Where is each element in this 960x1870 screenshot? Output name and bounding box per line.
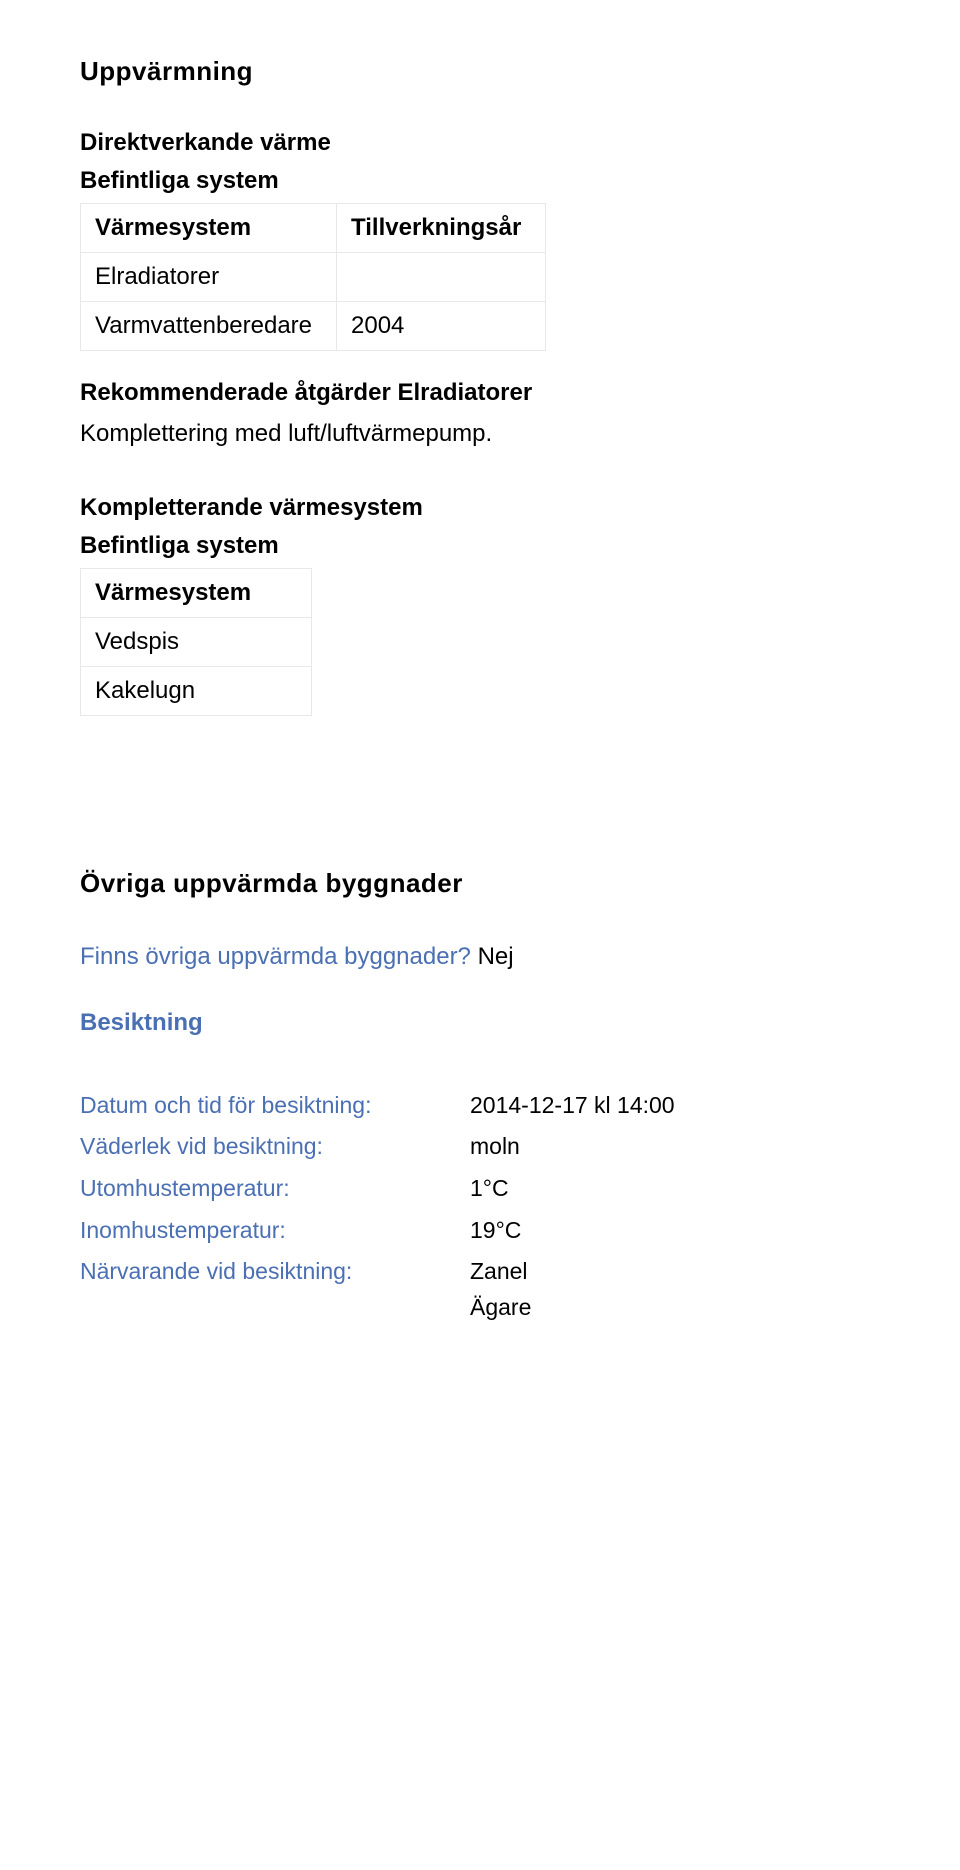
kv-value: moln [470, 1126, 675, 1168]
kv-row: Närvarande vid besiktning: Zanel Ägare [80, 1251, 675, 1328]
kv-row: Väderlek vid besiktning: moln [80, 1126, 675, 1168]
cell-year: 2004 [337, 302, 546, 351]
ovriga-label: Finns övriga uppvärmda byggnader? [80, 943, 478, 970]
kv-key: Väderlek vid besiktning: [80, 1126, 470, 1168]
kv-key: Närvarande vid besiktning: [80, 1251, 470, 1328]
section-heading-ovriga: Övriga uppvärmda byggnader [80, 868, 880, 899]
kv-row: Inomhustemperatur: 19°C [80, 1210, 675, 1252]
subheading-besiktning: Besiktning [80, 1009, 880, 1037]
kv-key: Datum och tid för besiktning: [80, 1085, 470, 1127]
section-heading-uppvarmning: Uppvärmning [80, 56, 880, 87]
table-kompletterande: Värmesystem Vedspis Kakelugn [80, 568, 312, 716]
subheading-rekommenderade: Rekommenderade åtgärder Elradiatorer [80, 379, 880, 407]
kv-value: Zanel Ägare [470, 1251, 675, 1328]
kv-row: Utomhustemperatur: 1°C [80, 1168, 675, 1210]
table-row: Vedspis [81, 617, 312, 666]
subheading-befintliga-2: Befintliga system [80, 532, 880, 560]
rekommend-body: Komplettering med luft/luftvärmepump. [80, 417, 880, 452]
spacer [80, 758, 880, 868]
cell-system: Varmvattenberedare [81, 302, 337, 351]
subheading-kompletterande: Kompletterande värmesystem [80, 494, 880, 522]
cell-system: Elradiatorer [81, 253, 337, 302]
kv-value: 1°C [470, 1168, 675, 1210]
kv-key: Inomhustemperatur: [80, 1210, 470, 1252]
cell-system: Kakelugn [81, 666, 312, 715]
cell-year [337, 253, 546, 302]
kv-key: Utomhustemperatur: [80, 1168, 470, 1210]
kv-value: 2014-12-17 kl 14:00 [470, 1085, 675, 1127]
ovriga-value: Nej [478, 943, 514, 970]
table-header-row: Värmesystem Tillverkningsår [81, 204, 546, 253]
col-header-varmesystem2: Värmesystem [81, 568, 312, 617]
ovriga-line: Finns övriga uppvärmda byggnader? Nej [80, 943, 880, 971]
col-header-tillverkningsar: Tillverkningsår [337, 204, 546, 253]
table-row: Elradiatorer [81, 253, 546, 302]
document-page: Uppvärmning Direktverkande värme Befintl… [0, 0, 960, 1369]
table-row: Kakelugn [81, 666, 312, 715]
table-direkt-system: Värmesystem Tillverkningsår Elradiatorer… [80, 203, 546, 351]
besiktning-table: Datum och tid för besiktning: 2014-12-17… [80, 1085, 675, 1329]
subheading-befintliga-1: Befintliga system [80, 167, 880, 195]
table-header-row: Värmesystem [81, 568, 312, 617]
subheading-direktverkande: Direktverkande värme [80, 129, 880, 157]
kv-value: 19°C [470, 1210, 675, 1252]
col-header-varmesystem: Värmesystem [81, 204, 337, 253]
kv-row: Datum och tid för besiktning: 2014-12-17… [80, 1085, 675, 1127]
table-row: Varmvattenberedare 2004 [81, 302, 546, 351]
cell-system: Vedspis [81, 617, 312, 666]
